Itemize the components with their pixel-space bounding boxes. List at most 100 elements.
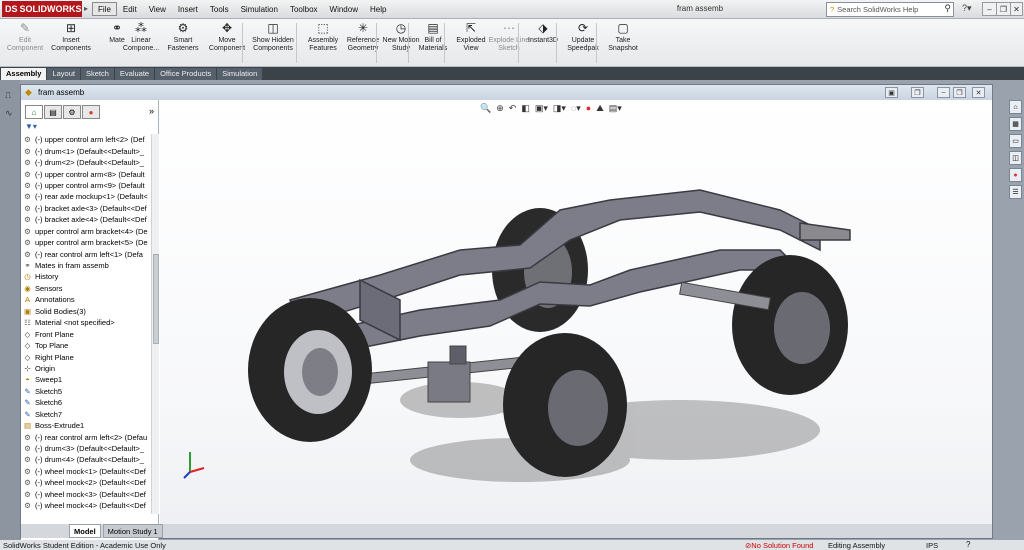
tree-item[interactable]: ✎ Sketch5	[21, 386, 151, 397]
chevron-right-icon[interactable]: ▸	[84, 4, 88, 13]
tree-item[interactable]: A Annotations	[21, 294, 151, 305]
show-hidden-components-button[interactable]: ◫ Show Hidden Components	[250, 21, 296, 53]
tree-item[interactable]: ◉ Sensors	[21, 283, 151, 294]
command-tab-sketch[interactable]: Sketch	[80, 68, 114, 80]
menu-insert[interactable]: Insert	[172, 2, 204, 16]
resources-icon[interactable]: ⌂	[1009, 100, 1022, 114]
tree-item[interactable]: ⚙ (-) bracket axle<4> (Default<<Def	[21, 214, 151, 225]
menu-help[interactable]: Help	[364, 2, 392, 16]
tile-icon[interactable]: ▣	[885, 87, 898, 98]
close-button[interactable]: ✕	[1010, 2, 1023, 16]
command-tab-evaluate[interactable]: Evaluate	[114, 68, 155, 80]
filter-icon[interactable]: ▼▾	[25, 122, 37, 131]
restore-button[interactable]: ❐	[996, 2, 1011, 16]
command-tab-office-products[interactable]: Office Products	[155, 68, 217, 80]
menu-window[interactable]: Window	[324, 2, 364, 16]
doc-close-button[interactable]: ✕	[972, 87, 985, 98]
status-units[interactable]: IPS	[926, 541, 938, 550]
sketch-tool-icon[interactable]: ∿	[5, 108, 13, 119]
tree-item[interactable]: ▣ Solid Bodies(3)	[21, 306, 151, 317]
part-icon: ⚙	[24, 203, 31, 213]
menu-view[interactable]: View	[143, 2, 172, 16]
feature-manager-tab[interactable]: ⌂	[25, 105, 43, 119]
tree-item[interactable]: ⊹ Origin	[21, 363, 151, 374]
linear-compone-button[interactable]: ⁂ Linear Compone...	[118, 21, 164, 53]
tree-item[interactable]: ⚙ (-) rear axle mockup<1> (Default<	[21, 191, 151, 202]
tree-scroll-thumb[interactable]	[153, 254, 159, 344]
tree-item[interactable]: ✎ Sketch7	[21, 409, 151, 420]
tree-item[interactable]: ⚙ (-) rear control arm left<2> (Defau	[21, 431, 151, 442]
tree-item[interactable]: ▤ Boss-Extrude1	[21, 420, 151, 431]
tree-item[interactable]: ⚙ (-) drum<4> (Default<<Default>_	[21, 454, 151, 465]
insert-components-button[interactable]: ⊞ Insert Components	[48, 21, 94, 53]
doc-minimize-button[interactable]: –	[937, 87, 950, 98]
tree-item[interactable]: ⚭ Mates in fram assemb	[21, 260, 151, 271]
tree-item[interactable]: ⚙ (-) wheel mock<4> (Default<<Def	[21, 500, 151, 511]
tree-item-label: (-) upper control arm<8> (Default	[35, 169, 145, 179]
tree-item-label: (-) bracket axle<3> (Default<<Def	[35, 203, 147, 213]
tree-item[interactable]: ⚙ upper control arm bracket<4> (De	[21, 226, 151, 237]
smart-fasteners-button[interactable]: ⚙ Smart Fasteners	[160, 21, 206, 53]
tree-expand-icon[interactable]: »	[149, 106, 154, 116]
property-manager-tab[interactable]: ▤	[44, 105, 62, 119]
file-explorer-icon[interactable]: ▭	[1009, 134, 1022, 148]
tree-item[interactable]: ⚙ (-) drum<1> (Default<<Default>_	[21, 145, 151, 156]
part-icon: ⚙	[24, 466, 31, 476]
tree-item[interactable]: ⚙ (-) wheel mock<2> (Default<<Def	[21, 477, 151, 488]
tree-item[interactable]: ⚙ (-) rear control arm left<1> (Defa	[21, 248, 151, 259]
minimize-button[interactable]: –	[982, 2, 997, 16]
tree-scrollbar[interactable]	[151, 134, 159, 514]
display-manager-tab[interactable]: ●	[82, 105, 100, 119]
solidworks-logo[interactable]: DS SOLIDWORKS	[2, 1, 82, 17]
search-icon[interactable]: ⚲	[944, 3, 951, 14]
command-tab-simulation[interactable]: Simulation	[217, 68, 263, 80]
help-menu-icon[interactable]: ?▾	[962, 3, 972, 14]
tree-item[interactable]: ◷ History	[21, 271, 151, 282]
tree-item[interactable]: ◓ Sweep1	[21, 374, 151, 385]
edit-component-button[interactable]: ✎ Edit Component	[2, 21, 48, 53]
cascade-icon[interactable]: ❐	[911, 87, 924, 98]
tree-item[interactable]: ☷ Material <not specified>	[21, 317, 151, 328]
task-pane: ⌂ ▦ ▭ ◫ ● ☰	[1009, 100, 1024, 200]
tree-item[interactable]: ◇ Top Plane	[21, 340, 151, 351]
design-library-icon[interactable]: ▦	[1009, 117, 1022, 131]
bottom-tab-motion-study-1[interactable]: Motion Study 1	[102, 524, 163, 538]
search-input[interactable]: ? Search SolidWorks Help ⚲	[826, 2, 954, 17]
menu-file[interactable]: File	[92, 2, 117, 16]
command-tab-layout[interactable]: Layout	[47, 68, 80, 80]
chassis-model[interactable]	[160, 100, 992, 524]
tree-item[interactable]: ✎ Sketch6	[21, 397, 151, 408]
appearances-icon[interactable]: ●	[1009, 168, 1022, 182]
command-tab-assembly[interactable]: Assembly	[1, 68, 47, 80]
graphics-area[interactable]: 🔍 ⊕ ↶ ◧ ▣▾ ◨▾ ◌▾ ● ⛰ ▤▾	[160, 100, 992, 524]
ribbon-separator	[242, 23, 243, 63]
tree-item[interactable]: ⚙ (-) upper control arm left<2> (Def	[21, 134, 151, 145]
tree-item-label: Solid Bodies(3)	[35, 306, 86, 316]
tree-item[interactable]: ⚙ (-) bracket axle<3> (Default<<Def	[21, 203, 151, 214]
tree-item[interactable]: ⚙ (-) wheel mock<1> (Default<<Def	[21, 466, 151, 477]
help-icon[interactable]: ?	[966, 540, 970, 549]
bottom-tab-model[interactable]: Model	[69, 524, 101, 538]
menu-simulation[interactable]: Simulation	[235, 2, 284, 16]
doc-restore-button[interactable]: ❐	[953, 87, 966, 98]
move-component-button[interactable]: ✥ Move Component	[204, 21, 250, 53]
view-palette-icon[interactable]: ◫	[1009, 151, 1022, 165]
tree-item[interactable]: ◇ Right Plane	[21, 351, 151, 362]
tree-item[interactable]: ⚙ (-) drum<2> (Default<<Default>_	[21, 157, 151, 168]
configuration-manager-tab[interactable]: ⚙	[63, 105, 81, 119]
tree-item[interactable]: ⚙ (-) drum<3> (Default<<Default>_	[21, 443, 151, 454]
custom-properties-icon[interactable]: ☰	[1009, 185, 1022, 199]
menu-edit[interactable]: Edit	[117, 2, 143, 16]
status-no-solution[interactable]: ⊘No Solution Found	[745, 541, 813, 550]
tree-item[interactable]: ⚙ (-) wheel mock<3> (Default<<Def	[21, 489, 151, 500]
menu-tools[interactable]: Tools	[204, 2, 235, 16]
tree-item-label: upper control arm bracket<4> (De	[35, 226, 148, 236]
status-no-solution-text: No Solution Found	[751, 541, 814, 550]
tree-item[interactable]: ◇ Front Plane	[21, 328, 151, 339]
menu-toolbox[interactable]: Toolbox	[284, 2, 324, 16]
tree-item[interactable]: ⚙ (-) upper control arm<9> (Default	[21, 180, 151, 191]
pin-icon[interactable]: ⎍	[5, 90, 11, 101]
tree-item[interactable]: ⚙ (-) upper control arm<8> (Default	[21, 168, 151, 179]
take-snapshot-button[interactable]: ▢ Take Snapshot	[600, 21, 646, 53]
tree-item[interactable]: ⚙ upper control arm bracket<5> (De	[21, 237, 151, 248]
